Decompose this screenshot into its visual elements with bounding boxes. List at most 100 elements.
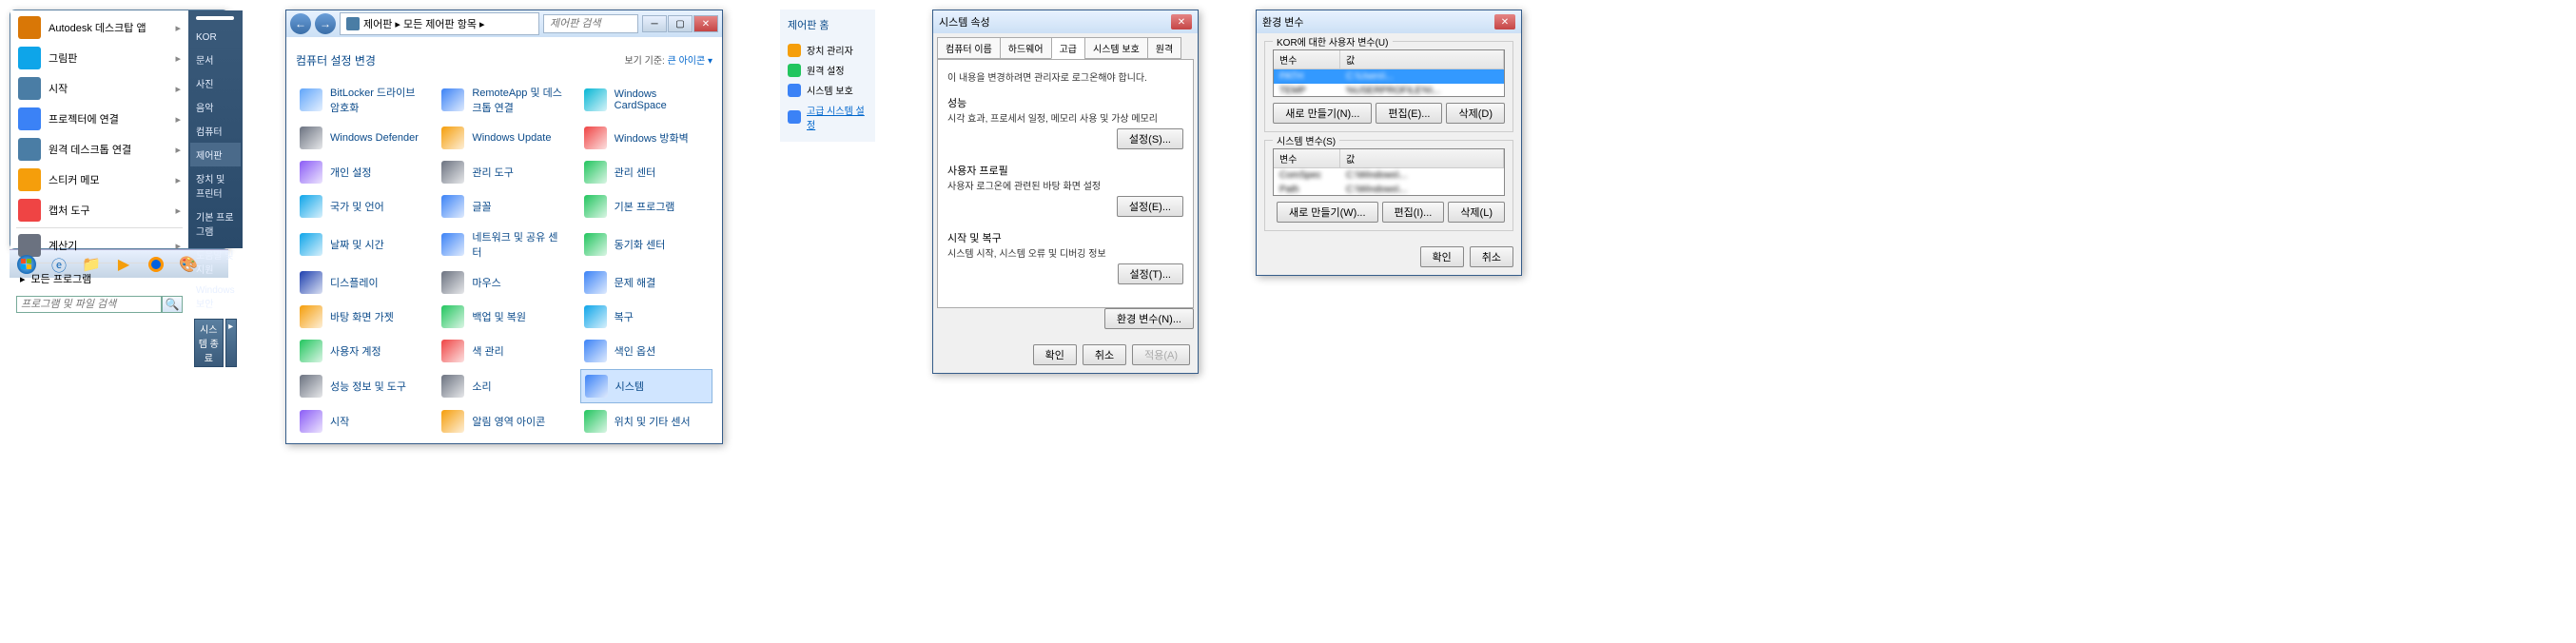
start-right-item[interactable]: KOR [190, 28, 241, 48]
start-right-item[interactable]: 컴퓨터 [190, 119, 241, 143]
sidebar-link[interactable]: 시스템 보호 [788, 80, 868, 100]
control-panel-item[interactable]: 바탕 화면 가젯 [296, 301, 428, 333]
edit-button[interactable]: 편집(I)... [1382, 202, 1445, 223]
settings-button[interactable]: 설정(E)... [1117, 196, 1183, 217]
control-panel-item[interactable]: 관리 센터 [580, 156, 712, 188]
start-menu-item[interactable]: 프로젝터에 연결▸ [12, 104, 186, 134]
start-menu-item[interactable]: Autodesk 데스크탑 앱▸ [12, 12, 186, 43]
control-panel-item[interactable]: 성능 정보 및 도구 [296, 369, 428, 403]
control-panel-item[interactable]: 네트워크 및 공유 센터 [438, 224, 570, 264]
apply-button[interactable]: 적용(A) [1132, 344, 1190, 365]
cancel-button[interactable]: 취소 [1083, 344, 1126, 365]
control-panel-item[interactable]: 날짜 및 시간 [296, 224, 428, 264]
tab[interactable]: 컴퓨터 이름 [937, 37, 1001, 59]
control-panel-item[interactable]: Windows Update [438, 122, 570, 154]
start-right-item[interactable]: 문서 [190, 48, 241, 71]
start-menu-item[interactable]: 그림판▸ [12, 43, 186, 73]
taskbar-media-icon[interactable]: ▶ [108, 252, 139, 277]
cancel-button[interactable]: 취소 [1470, 246, 1513, 267]
control-panel-item[interactable]: 위치 및 기타 센서 [580, 405, 712, 438]
tab[interactable]: 원격 [1147, 37, 1181, 59]
column-value[interactable]: 값 [1340, 50, 1504, 68]
control-panel-item[interactable]: 소리 [438, 369, 570, 403]
table-row[interactable]: ComSpecC:\Windows\... [1274, 168, 1504, 183]
taskbar-ie-icon[interactable]: ⓔ [44, 252, 74, 277]
close-button[interactable]: ✕ [693, 15, 718, 32]
sidebar-link[interactable]: 원격 설정 [788, 60, 868, 80]
maximize-button[interactable]: ▢ [668, 15, 693, 32]
control-panel-item[interactable]: 색 관리 [438, 335, 570, 367]
close-button[interactable]: ✕ [1494, 14, 1515, 29]
control-panel-item[interactable]: 글꼴 [438, 190, 570, 223]
new-button[interactable]: 새로 만들기(N)... [1273, 103, 1372, 124]
start-menu-item[interactable]: 스티커 메모▸ [12, 165, 186, 195]
control-panel-item[interactable]: 백업 및 복원 [438, 301, 570, 333]
user-variables-list[interactable]: 변수 값 PATHC:\Users\... TEMP%USERPROFILE%\… [1273, 49, 1505, 97]
control-panel-search[interactable] [543, 14, 638, 33]
start-search-input[interactable] [16, 296, 162, 313]
start-right-item[interactable]: 장치 및 프린터 [190, 166, 241, 205]
control-panel-item[interactable]: 마우스 [438, 266, 570, 299]
control-panel-item[interactable]: 사용자 계정 [296, 335, 428, 367]
table-row[interactable]: TEMP%USERPROFILE%\... [1274, 84, 1504, 97]
ok-button[interactable]: 확인 [1033, 344, 1077, 365]
start-right-item[interactable]: 음악 [190, 95, 241, 119]
settings-button[interactable]: 설정(T)... [1118, 263, 1183, 284]
table-row[interactable]: PathC:\Windows\... [1274, 183, 1504, 196]
control-panel-item[interactable]: 관리 도구 [438, 156, 570, 188]
environment-variables-button[interactable]: 환경 변수(N)... [1104, 308, 1194, 329]
view-options[interactable]: 보기 기준: 큰 아이콘 ▾ [624, 52, 712, 68]
start-right-item[interactable]: 사진 [190, 71, 241, 95]
control-panel-item[interactable]: 문제 해결 [580, 266, 712, 299]
control-panel-item[interactable]: 개인 설정 [296, 156, 428, 188]
shutdown-button[interactable]: 시스템 종료 [194, 319, 224, 367]
delete-button[interactable]: 삭제(D) [1446, 103, 1505, 124]
back-button[interactable]: ← [290, 13, 311, 34]
control-panel-item[interactable]: Windows 방화벽 [580, 122, 712, 154]
address-bar[interactable]: 제어판 ▸ 모든 제어판 항목 ▸ [340, 12, 539, 35]
control-panel-item[interactable]: Windows CardSpace [580, 80, 712, 120]
new-button[interactable]: 새로 만들기(W)... [1277, 202, 1378, 223]
table-row[interactable]: PATHC:\Users\... [1274, 69, 1504, 84]
column-variable[interactable]: 변수 [1274, 50, 1340, 68]
control-panel-item[interactable]: RemoteApp 및 데스크톱 연결 [438, 80, 570, 120]
tab[interactable]: 시스템 보호 [1084, 37, 1148, 59]
control-panel-item[interactable]: 색인 옵션 [580, 335, 712, 367]
start-menu-item[interactable]: 캡처 도구▸ [12, 195, 186, 225]
column-variable[interactable]: 변수 [1274, 149, 1340, 167]
control-panel-item[interactable]: 디스플레이 [296, 266, 428, 299]
start-button[interactable] [11, 252, 42, 277]
search-button[interactable]: 🔍 [162, 296, 183, 313]
system-variables-list[interactable]: 변수 값 ComSpecC:\Windows\... PathC:\Window… [1273, 148, 1505, 196]
delete-button[interactable]: 삭제(L) [1448, 202, 1505, 223]
sidebar-link[interactable]: 장치 관리자 [788, 40, 868, 60]
sidebar-link[interactable]: 고급 시스템 설정 [788, 100, 868, 134]
close-button[interactable]: ✕ [1171, 14, 1192, 29]
column-value[interactable]: 값 [1340, 149, 1504, 167]
control-panel-item[interactable]: 시스템 [580, 369, 712, 403]
start-right-item[interactable]: 제어판 [190, 143, 241, 166]
start-right-item[interactable]: 기본 프로그램 [190, 205, 241, 243]
user-picture[interactable] [196, 16, 234, 20]
start-menu-item[interactable]: 원격 데스크톱 연결▸ [12, 134, 186, 165]
control-panel-item[interactable]: BitLocker 드라이브 암호화 [296, 80, 428, 120]
minimize-button[interactable]: ─ [642, 15, 667, 32]
ok-button[interactable]: 확인 [1420, 246, 1464, 267]
control-panel-item[interactable]: 기본 프로그램 [580, 190, 712, 223]
control-panel-item[interactable]: 동기화 센터 [580, 224, 712, 264]
shutdown-options-button[interactable]: ▸ [225, 319, 237, 367]
control-panel-item[interactable]: 복구 [580, 301, 712, 333]
edit-button[interactable]: 편집(E)... [1376, 103, 1442, 124]
settings-button[interactable]: 설정(S)... [1117, 128, 1183, 149]
tab[interactable]: 하드웨어 [1000, 37, 1052, 59]
control-panel-item[interactable]: 국가 및 언어 [296, 190, 428, 223]
control-panel-item[interactable]: 알림 영역 아이콘 [438, 405, 570, 438]
taskbar-explorer-icon[interactable]: 📁 [76, 252, 107, 277]
taskbar-app-icon[interactable]: 🎨 [173, 252, 204, 277]
tab[interactable]: 고급 [1051, 37, 1085, 59]
control-panel-item[interactable]: 시작 [296, 405, 428, 438]
taskbar-firefox-icon[interactable] [141, 252, 171, 277]
start-right-item[interactable]: Windows 보안 [190, 281, 241, 315]
control-panel-item[interactable]: Windows Defender [296, 122, 428, 154]
forward-button[interactable]: → [315, 13, 336, 34]
